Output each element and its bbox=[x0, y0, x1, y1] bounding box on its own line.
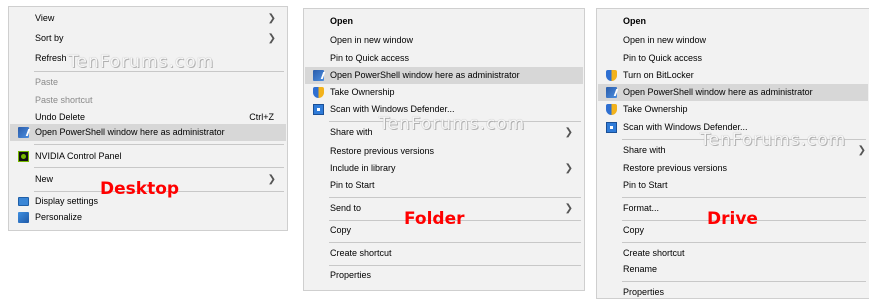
menu-item-view[interactable]: View ❯ bbox=[10, 10, 286, 27]
menu-item-pin-quick-access[interactable]: Pin to Quick access bbox=[305, 50, 583, 67]
nvidia-icon bbox=[18, 151, 29, 162]
chevron-right-icon: ❯ bbox=[267, 33, 276, 44]
menu-item-take-ownership[interactable]: Take Ownership bbox=[305, 84, 583, 101]
menu-item-pin-start[interactable]: Pin to Start bbox=[305, 177, 583, 194]
watermark: TenForums.com bbox=[68, 52, 215, 72]
menu-item-pin-start[interactable]: Pin to Start bbox=[598, 177, 868, 194]
uac-shield-icon bbox=[606, 104, 617, 115]
menu-item-label: Pin to Start bbox=[623, 180, 668, 190]
menu-item-label: Rename bbox=[623, 264, 658, 274]
uac-shield-icon bbox=[606, 70, 617, 81]
menu-item-label: Share with bbox=[623, 145, 666, 155]
powershell-icon bbox=[313, 70, 324, 81]
menu-item-rename[interactable]: Rename bbox=[598, 261, 868, 278]
menu-item-label: Paste shortcut bbox=[35, 95, 93, 105]
menu-item-paste: Paste bbox=[10, 74, 286, 91]
menu-item-open-powershell-admin[interactable]: Open PowerShell window here as administr… bbox=[305, 67, 583, 84]
menu-item-properties[interactable]: Properties bbox=[305, 267, 583, 284]
windows-defender-icon bbox=[606, 122, 617, 133]
powershell-icon bbox=[606, 87, 617, 98]
menu-item-label: Properties bbox=[623, 287, 665, 297]
display-settings-icon bbox=[18, 197, 29, 206]
menu-item-label: Open in new window bbox=[623, 35, 707, 45]
menu-separator bbox=[329, 197, 581, 198]
powershell-icon bbox=[18, 127, 29, 138]
folder-label: Folder bbox=[404, 209, 465, 229]
desktop-label: Desktop bbox=[100, 179, 180, 199]
menu-item-include-library[interactable]: Include in library ❯ bbox=[305, 160, 583, 177]
menu-item-label: Copy bbox=[330, 225, 352, 235]
folder-context-menu: Open Open in new window Pin to Quick acc… bbox=[303, 8, 585, 291]
menu-item-label: Pin to Start bbox=[330, 180, 375, 190]
menu-item-paste-shortcut: Paste shortcut bbox=[10, 92, 286, 109]
menu-item-label: View bbox=[35, 13, 55, 23]
watermark: TenForums.com bbox=[379, 114, 526, 134]
menu-item-create-shortcut[interactable]: Create shortcut bbox=[305, 245, 583, 262]
menu-item-label: Open in new window bbox=[330, 35, 414, 45]
menu-item-turn-on-bitlocker[interactable]: Turn on BitLocker bbox=[598, 67, 868, 84]
menu-item-label: Format... bbox=[623, 203, 660, 213]
menu-item-label: Open bbox=[623, 16, 647, 26]
menu-item-open-new-window[interactable]: Open in new window bbox=[598, 32, 868, 49]
menu-separator bbox=[622, 281, 866, 282]
menu-item-label: Open PowerShell window here as administr… bbox=[623, 87, 813, 97]
menu-separator bbox=[329, 242, 581, 243]
watermark: TenForums.com bbox=[700, 130, 847, 150]
menu-item-open-new-window[interactable]: Open in new window bbox=[305, 32, 583, 49]
menu-separator bbox=[622, 197, 866, 198]
menu-item-label: Take Ownership bbox=[623, 104, 688, 114]
chevron-right-icon: ❯ bbox=[564, 163, 573, 174]
menu-separator bbox=[34, 167, 284, 168]
chevron-right-icon: ❯ bbox=[564, 203, 573, 214]
menu-item-properties[interactable]: Properties bbox=[598, 284, 868, 301]
menu-item-label: NVIDIA Control Panel bbox=[35, 151, 122, 161]
menu-item-label: Paste bbox=[35, 77, 59, 87]
chevron-right-icon: ❯ bbox=[857, 145, 866, 156]
menu-item-label: Pin to Quick access bbox=[330, 53, 410, 63]
menu-item-pin-quick-access[interactable]: Pin to Quick access bbox=[598, 50, 868, 67]
menu-separator bbox=[34, 144, 284, 145]
menu-item-sort-by[interactable]: Sort by ❯ bbox=[10, 30, 286, 47]
menu-item-label: Send to bbox=[330, 203, 362, 213]
menu-item-label: Include in library bbox=[330, 163, 396, 173]
menu-item-label: Display settings bbox=[35, 196, 99, 206]
menu-item-personalize[interactable]: Personalize bbox=[10, 209, 286, 226]
menu-item-open-powershell-admin[interactable]: Open PowerShell window here as administr… bbox=[598, 84, 868, 101]
uac-shield-icon bbox=[313, 87, 324, 98]
menu-item-create-shortcut[interactable]: Create shortcut bbox=[598, 245, 868, 262]
menu-item-label: Sort by bbox=[35, 33, 64, 43]
menu-item-label: New bbox=[35, 174, 54, 184]
menu-item-label: Turn on BitLocker bbox=[623, 70, 694, 80]
chevron-right-icon: ❯ bbox=[267, 174, 276, 185]
menu-item-label: Properties bbox=[330, 270, 372, 280]
menu-item-take-ownership[interactable]: Take Ownership bbox=[598, 101, 868, 118]
menu-item-restore-previous[interactable]: Restore previous versions bbox=[305, 143, 583, 160]
windows-defender-icon bbox=[313, 104, 324, 115]
menu-item-label: Share with bbox=[330, 127, 373, 137]
menu-item-restore-previous[interactable]: Restore previous versions bbox=[598, 160, 868, 177]
menu-item-label: Open PowerShell window here as administr… bbox=[330, 70, 520, 80]
menu-item-open[interactable]: Open bbox=[598, 13, 868, 30]
chevron-right-icon: ❯ bbox=[267, 13, 276, 24]
menu-item-label: Restore previous versions bbox=[330, 146, 435, 156]
drive-label: Drive bbox=[707, 209, 758, 229]
menu-item-label: Create shortcut bbox=[623, 248, 685, 258]
menu-item-label: Restore previous versions bbox=[623, 163, 728, 173]
menu-item-label: Personalize bbox=[35, 212, 83, 222]
menu-item-nvidia-control-panel[interactable]: NVIDIA Control Panel bbox=[10, 148, 286, 165]
menu-separator bbox=[622, 242, 866, 243]
menu-separator bbox=[329, 265, 581, 266]
menu-item-label: Pin to Quick access bbox=[623, 53, 703, 63]
personalize-icon bbox=[18, 212, 29, 223]
menu-item-open-powershell-admin[interactable]: Open PowerShell window here as administr… bbox=[10, 124, 286, 141]
menu-item-label: Take Ownership bbox=[330, 87, 395, 97]
drive-context-menu: Open Open in new window Pin to Quick acc… bbox=[596, 8, 869, 299]
menu-item-label: Open PowerShell window here as administr… bbox=[35, 127, 225, 137]
menu-item-label: Copy bbox=[623, 225, 645, 235]
chevron-right-icon: ❯ bbox=[564, 127, 573, 138]
menu-item-open[interactable]: Open bbox=[305, 13, 583, 30]
menu-item-label: Create shortcut bbox=[330, 248, 392, 258]
menu-item-label: Open bbox=[330, 16, 354, 26]
menu-item-label: Refresh bbox=[35, 53, 67, 63]
